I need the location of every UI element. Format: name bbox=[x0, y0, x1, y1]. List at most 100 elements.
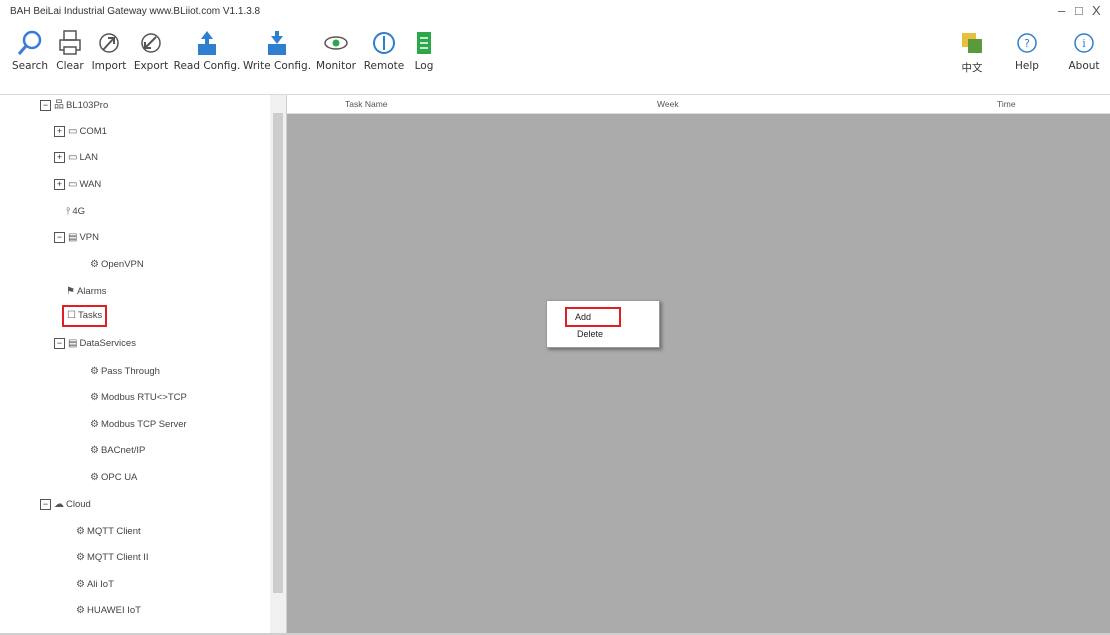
read-config-icon bbox=[198, 31, 216, 55]
tree-node-root[interactable]: − 品 BL103Pro bbox=[40, 97, 108, 115]
tree-node-lan[interactable]: + ▭ LAN bbox=[54, 149, 98, 167]
search-button[interactable]: Search bbox=[8, 24, 52, 94]
help-icon: ? bbox=[1017, 33, 1037, 53]
log-label: Log bbox=[414, 60, 434, 72]
write-config-icon bbox=[268, 31, 286, 55]
cloud-icon: ☁ bbox=[54, 499, 64, 510]
about-label: About bbox=[1068, 60, 1100, 72]
help-button[interactable]: ? Help bbox=[1010, 24, 1044, 94]
tree-node-alarms[interactable]: ⚑ Alarms bbox=[66, 283, 107, 301]
tree-node-mqtt-client[interactable]: ⚙ MQTT Client bbox=[76, 523, 141, 541]
about-button[interactable]: i About bbox=[1064, 24, 1104, 94]
clear-label: Clear bbox=[56, 60, 84, 72]
gear-icon: ⚙ bbox=[76, 526, 85, 537]
gear-icon: ⚙ bbox=[90, 419, 99, 430]
export-button[interactable]: Export bbox=[130, 24, 172, 94]
language-icon bbox=[962, 33, 982, 53]
tree-node-huawei-iot[interactable]: ⚙ HUAWEI IoT bbox=[76, 602, 141, 620]
wan-icon: ▭ bbox=[68, 179, 78, 190]
read-config-button[interactable]: Read Config. bbox=[172, 24, 242, 94]
add-menu-item[interactable]: Add bbox=[565, 307, 621, 327]
write-config-label: Write Config. bbox=[242, 60, 312, 72]
maximize-button[interactable]: □ bbox=[1075, 3, 1083, 18]
svg-text:i: i bbox=[1082, 37, 1086, 50]
remote-button[interactable]: Remote bbox=[360, 24, 408, 94]
port-icon: ▭ bbox=[68, 126, 78, 137]
help-label: Help bbox=[1015, 60, 1039, 72]
collapse-icon[interactable]: − bbox=[54, 337, 65, 349]
gear-icon: ⚙ bbox=[76, 605, 85, 616]
write-config-button[interactable]: Write Config. bbox=[242, 24, 312, 94]
tree-node-passthrough[interactable]: ⚙ Pass Through bbox=[90, 363, 160, 381]
title-bar: BAH BeiLai Industrial Gateway www.BLiiot… bbox=[0, 0, 1110, 24]
expand-icon[interactable]: + bbox=[54, 125, 65, 137]
import-button[interactable]: Import bbox=[88, 24, 130, 94]
svg-text:?: ? bbox=[1024, 37, 1030, 50]
tree-node-vpn[interactable]: − ▤ VPN bbox=[54, 229, 99, 247]
minimize-button[interactable]: – bbox=[1058, 3, 1065, 18]
tree-node-ali-iot[interactable]: ⚙ Ali IoT bbox=[76, 576, 114, 594]
context-menu: Add Delete bbox=[546, 300, 660, 348]
tree-node-modbus-tcp-server[interactable]: ⚙ Modbus TCP Server bbox=[90, 416, 187, 434]
collapse-icon[interactable]: − bbox=[54, 231, 65, 243]
delete-menu-item[interactable]: Delete bbox=[577, 329, 603, 339]
monitor-button[interactable]: Monitor bbox=[312, 24, 360, 94]
column-time[interactable]: Time bbox=[997, 99, 1016, 109]
import-icon bbox=[99, 33, 119, 53]
collapse-icon[interactable]: − bbox=[40, 99, 51, 111]
eye-icon bbox=[324, 36, 348, 50]
import-label: Import bbox=[91, 60, 127, 72]
monitor-label: Monitor bbox=[316, 60, 356, 72]
remote-icon bbox=[373, 32, 395, 54]
tree-node-dataservices[interactable]: − ▤ DataServices bbox=[54, 335, 136, 353]
column-task-name[interactable]: Task Name bbox=[345, 99, 388, 109]
remote-label: Remote bbox=[363, 60, 405, 72]
task-icon: ☐ bbox=[67, 310, 76, 321]
gear-icon: ⚙ bbox=[90, 445, 99, 456]
log-icon bbox=[417, 32, 431, 54]
vpn-icon: ▤ bbox=[68, 232, 78, 243]
alarm-icon: ⚑ bbox=[66, 286, 75, 297]
tree-node-cloud[interactable]: − ☁ Cloud bbox=[40, 496, 91, 514]
task-list-panel[interactable]: Task Name Week Time bbox=[287, 95, 1110, 633]
database-icon: ▤ bbox=[68, 338, 78, 349]
tree-node-bacnet[interactable]: ⚙ BACnet/IP bbox=[90, 442, 145, 460]
tree-node-mqtt-client-2[interactable]: ⚙ MQTT Client II bbox=[76, 549, 149, 567]
close-button[interactable]: X bbox=[1092, 3, 1101, 18]
tree-node-modbus-rtu-tcp[interactable]: ⚙ Modbus RTU<>TCP bbox=[90, 389, 187, 407]
tree-node-com1[interactable]: + ▭ COM1 bbox=[54, 123, 107, 141]
antenna-icon: ⫯ bbox=[66, 206, 71, 217]
tree-node-openvpn[interactable]: ⚙ OpenVPN bbox=[90, 256, 144, 274]
gear-icon: ⚙ bbox=[90, 366, 99, 377]
collapse-icon[interactable]: − bbox=[40, 498, 51, 510]
gear-icon: ⚙ bbox=[90, 392, 99, 403]
printer-icon bbox=[59, 30, 81, 55]
lan-icon: ▭ bbox=[68, 152, 78, 163]
gear-icon: ⚙ bbox=[90, 472, 99, 483]
gear-icon: ⚙ bbox=[76, 579, 85, 590]
info-icon: i bbox=[1074, 33, 1094, 53]
gear-icon: ⚙ bbox=[90, 259, 99, 270]
tree-node-wan[interactable]: + ▭ WAN bbox=[54, 176, 101, 194]
toolbar: Search Clear Import Export Read Config. … bbox=[0, 24, 1110, 95]
read-config-label: Read Config. bbox=[173, 60, 241, 72]
export-icon bbox=[141, 33, 161, 53]
tree-node-tasks[interactable]: ☐ Tasks bbox=[62, 305, 108, 327]
task-table-header: Task Name Week Time bbox=[287, 95, 1110, 114]
log-button[interactable]: Log bbox=[408, 24, 440, 94]
column-week[interactable]: Week bbox=[657, 99, 679, 109]
network-icon: 品 bbox=[54, 100, 64, 111]
tree-scrollbar[interactable] bbox=[270, 95, 286, 633]
expand-icon[interactable]: + bbox=[54, 178, 65, 190]
clear-button[interactable]: Clear bbox=[52, 24, 88, 94]
scrollbar-thumb[interactable] bbox=[273, 113, 283, 593]
gear-icon: ⚙ bbox=[76, 552, 85, 563]
tree-node-opcua[interactable]: ⚙ OPC UA bbox=[90, 469, 137, 487]
language-label: 中文 bbox=[961, 62, 983, 74]
expand-icon[interactable]: + bbox=[54, 151, 65, 163]
tree-node-4g[interactable]: ⫯ 4G bbox=[66, 203, 85, 221]
export-label: Export bbox=[133, 60, 169, 72]
language-button[interactable]: 中文 bbox=[955, 24, 989, 94]
search-label: Search bbox=[11, 60, 49, 72]
search-icon bbox=[17, 30, 42, 55]
